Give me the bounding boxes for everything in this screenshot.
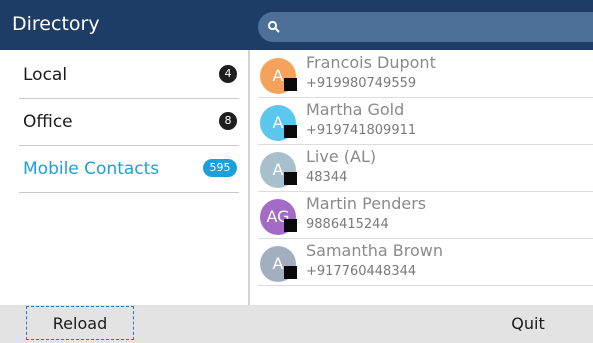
presence-square-icon bbox=[284, 125, 297, 138]
presence-square-icon bbox=[284, 266, 297, 279]
page-title: Directory bbox=[12, 13, 100, 35]
avatar-initials: A bbox=[272, 160, 284, 179]
contact-phone: +919980749559 bbox=[306, 76, 417, 91]
contact-phone: 9886415244 bbox=[306, 217, 389, 232]
contact-phone: 48344 bbox=[306, 170, 348, 185]
reload-button[interactable]: Reload bbox=[26, 306, 134, 340]
contact-row[interactable]: A Martha Gold +919741809911 bbox=[258, 99, 593, 145]
avatar: AG bbox=[260, 199, 297, 235]
search-icon bbox=[267, 20, 280, 33]
contact-row[interactable]: A Francois Dupont +919980749559 bbox=[258, 52, 593, 98]
presence-square-icon bbox=[284, 172, 297, 185]
category-label: Local bbox=[23, 65, 68, 85]
category-item-local[interactable]: Local 4 bbox=[19, 52, 239, 99]
row-divider bbox=[258, 144, 593, 145]
contact-row[interactable]: AG Martin Penders 9886415244 bbox=[258, 193, 593, 239]
avatar: A bbox=[260, 105, 297, 141]
row-divider bbox=[258, 97, 593, 98]
quit-button[interactable]: Quit bbox=[500, 305, 556, 343]
directory-screen: Directory Local 4 Office 8 Mobile Contac… bbox=[0, 0, 593, 343]
avatar: A bbox=[260, 152, 297, 188]
contact-name: Live (AL) bbox=[306, 147, 377, 166]
contact-name: Martha Gold bbox=[306, 100, 405, 119]
avatar: A bbox=[260, 58, 297, 94]
category-label: Office bbox=[23, 112, 73, 132]
presence-square-icon bbox=[284, 78, 297, 91]
avatar-initials: A bbox=[272, 113, 284, 132]
row-divider bbox=[258, 191, 593, 192]
count-badge: 4 bbox=[219, 65, 237, 83]
avatar-initials: A bbox=[272, 66, 284, 85]
count-badge: 595 bbox=[203, 159, 237, 177]
row-divider bbox=[258, 238, 593, 239]
contact-phone: +919741809911 bbox=[306, 123, 417, 138]
presence-square-icon bbox=[284, 219, 297, 232]
contact-name: Samantha Brown bbox=[306, 241, 444, 260]
panel-divider bbox=[248, 50, 250, 305]
category-item-office[interactable]: Office 8 bbox=[19, 99, 239, 146]
category-label: Mobile Contacts bbox=[23, 159, 160, 179]
count-badge: 8 bbox=[219, 112, 237, 130]
avatar-initials: A bbox=[272, 254, 284, 273]
search-input[interactable] bbox=[258, 12, 593, 42]
row-divider bbox=[258, 285, 593, 286]
contact-row[interactable]: A Live (AL) 48344 bbox=[258, 146, 593, 192]
category-item-mobile-contacts[interactable]: Mobile Contacts 595 bbox=[19, 146, 239, 193]
contact-name: Martin Penders bbox=[306, 194, 427, 213]
softkey-bar: Reload Quit bbox=[0, 305, 593, 343]
contact-phone: +917760448344 bbox=[306, 264, 417, 279]
header-bar: Directory bbox=[0, 0, 593, 50]
contact-row[interactable]: A Samantha Brown +917760448344 bbox=[258, 240, 593, 286]
avatar: A bbox=[260, 246, 297, 282]
contact-name: Francois Dupont bbox=[306, 53, 436, 72]
